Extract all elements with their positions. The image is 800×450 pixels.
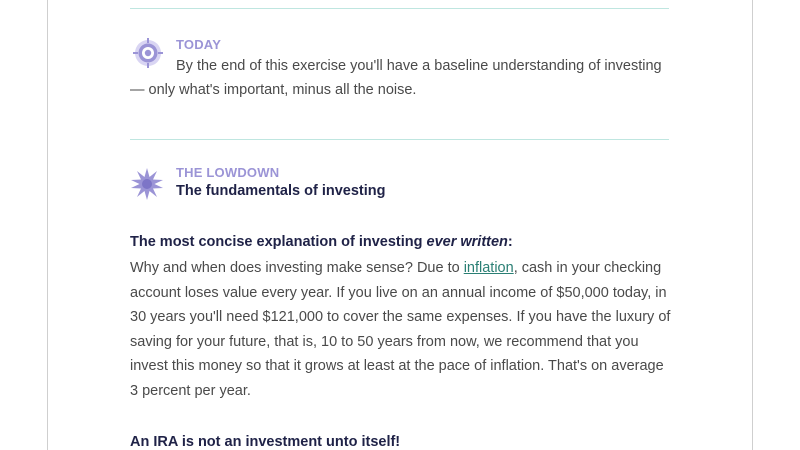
concise-body: Why and when does investing make sense? … <box>130 256 675 404</box>
concise-heading-em: ever written <box>426 234 508 250</box>
concise-heading-pre: The most concise explanation of investin… <box>130 234 427 250</box>
inflation-link[interactable]: inflation <box>464 260 514 276</box>
concise-heading-post: : <box>507 234 513 250</box>
ira-heading: An IRA is not an investment unto itself! <box>130 434 401 450</box>
lowdown-subtitle: The fundamentals of investing <box>176 183 386 199</box>
lowdown-eyebrow: THE LOWDOWN <box>176 165 280 180</box>
page-border-right <box>752 0 753 450</box>
concise-body-post: , cash in your checking account loses va… <box>130 260 671 399</box>
page-border-left <box>47 0 48 450</box>
today-eyebrow: TODAY <box>176 37 222 52</box>
concise-heading: The most concise explanation of investin… <box>130 234 513 250</box>
divider-top <box>130 8 669 9</box>
divider-middle <box>130 139 669 140</box>
today-text: By the end of this exercise you'll have … <box>130 58 662 98</box>
concise-body-pre: Why and when does investing make sense? … <box>130 260 464 276</box>
starburst-icon <box>131 168 163 200</box>
